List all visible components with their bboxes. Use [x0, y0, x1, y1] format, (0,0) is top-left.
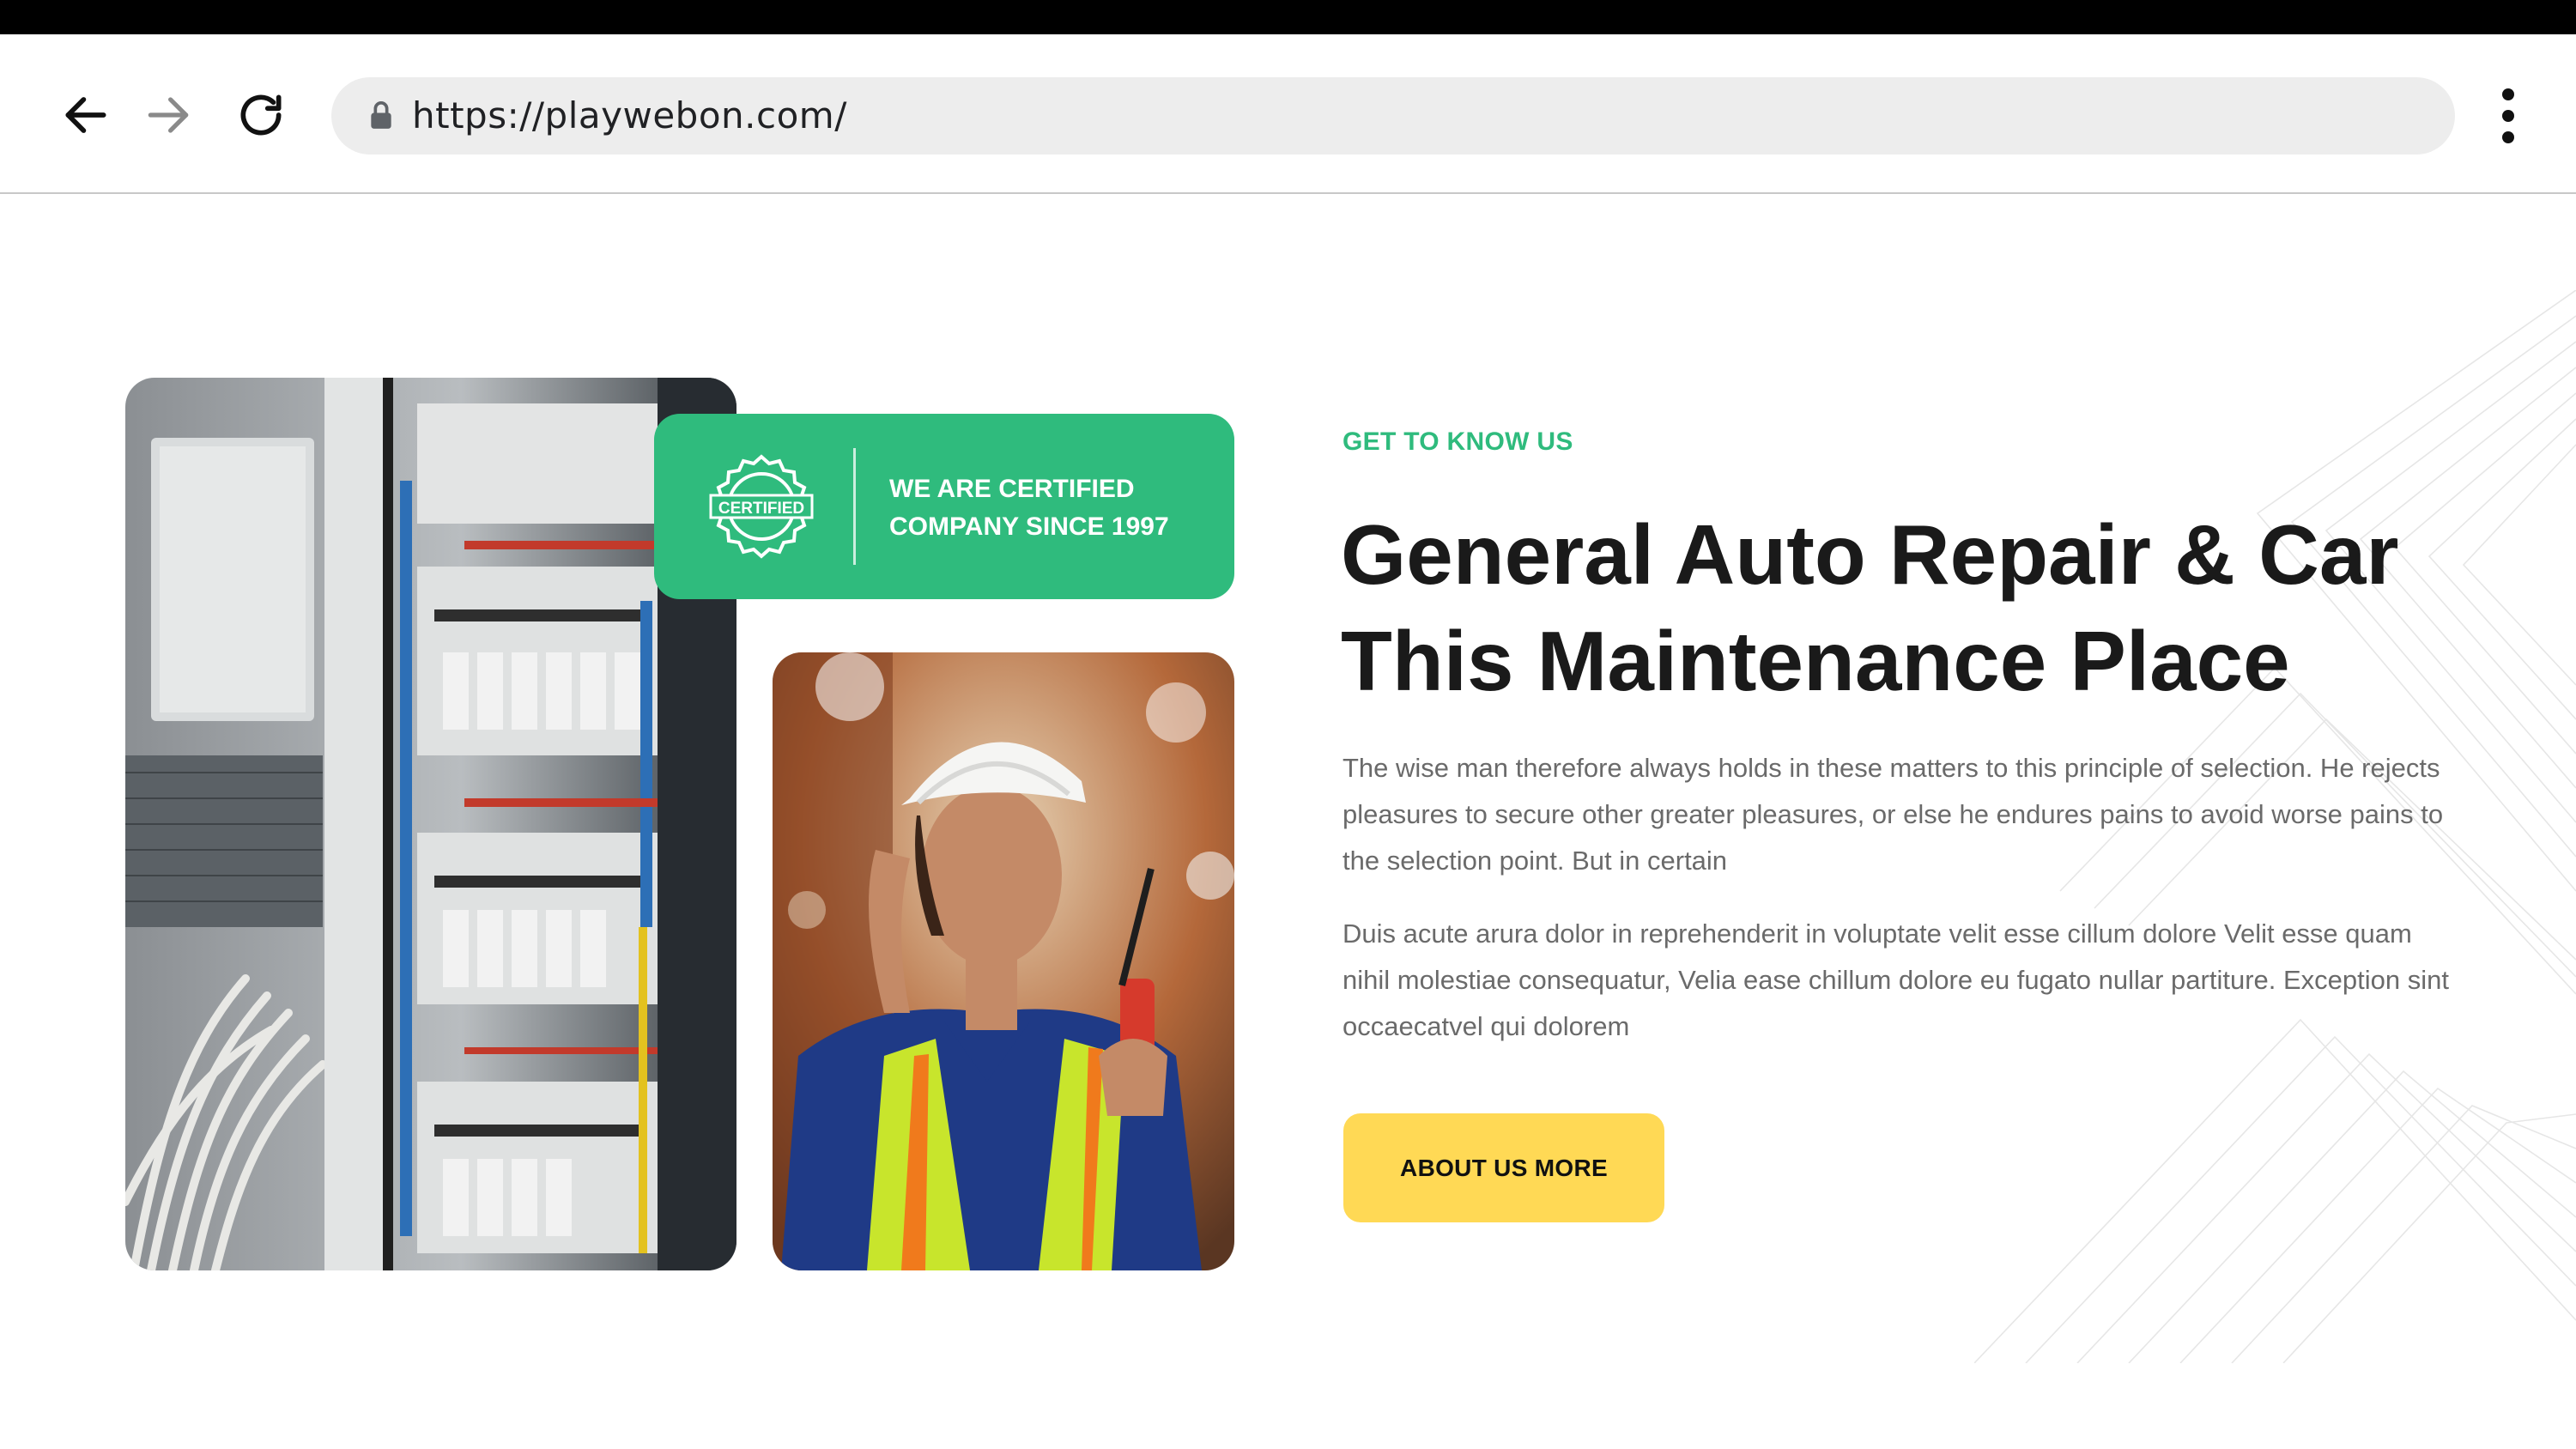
arrow-right-icon [148, 97, 189, 133]
reload-icon [240, 94, 282, 136]
certified-line-1: WE ARE CERTIFIED [889, 475, 1135, 503]
about-section: CERTIFIED WE ARE CERTIFIED COMPANY SINCE… [0, 196, 2576, 1449]
url-text[interactable]: https://playwebon.com/ [412, 93, 847, 139]
certified-seal-icon: CERTIFIED [709, 454, 814, 559]
certified-text: WE ARE CERTIFIED COMPANY SINCE 1997 [889, 470, 1215, 546]
heading-line-2: This Maintenance Place [1341, 614, 2290, 708]
more-vertical-icon [2502, 88, 2514, 100]
svg-text:CERTIFIED: CERTIFIED [718, 500, 804, 518]
about-paragraph-2: Duis acute arura dolor in reprehenderit … [1343, 919, 2449, 1041]
back-button[interactable] [52, 81, 120, 149]
lock-icon [371, 101, 391, 129]
about-us-more-button[interactable]: ABOUT US MORE [1343, 1113, 1664, 1222]
forward-button[interactable] [134, 81, 203, 149]
certified-line-2: COMPANY SINCE 1997 [889, 512, 1169, 541]
address-bar[interactable]: https://playwebon.com/ [331, 77, 2455, 155]
certified-badge: CERTIFIED WE ARE CERTIFIED COMPANY SINCE… [654, 414, 1234, 599]
browser-toolbar: https://playwebon.com/ [0, 34, 2576, 194]
about-paragraph-1: The wise man therefore always holds in t… [1343, 753, 2444, 876]
browser-menu-button[interactable] [2482, 77, 2534, 155]
electrical-panel-image [125, 378, 736, 1270]
top-black-strip [0, 0, 2576, 34]
worker-photo [773, 652, 1234, 1270]
reload-button[interactable] [227, 81, 295, 149]
section-heading: General Auto Repair & Car This Maintenan… [1341, 501, 2457, 714]
heading-line-1: General Auto Repair & Car [1341, 507, 2399, 602]
arrow-left-icon [65, 97, 106, 133]
section-eyebrow: GET TO KNOW US [1343, 427, 1573, 456]
badge-divider [853, 448, 856, 565]
